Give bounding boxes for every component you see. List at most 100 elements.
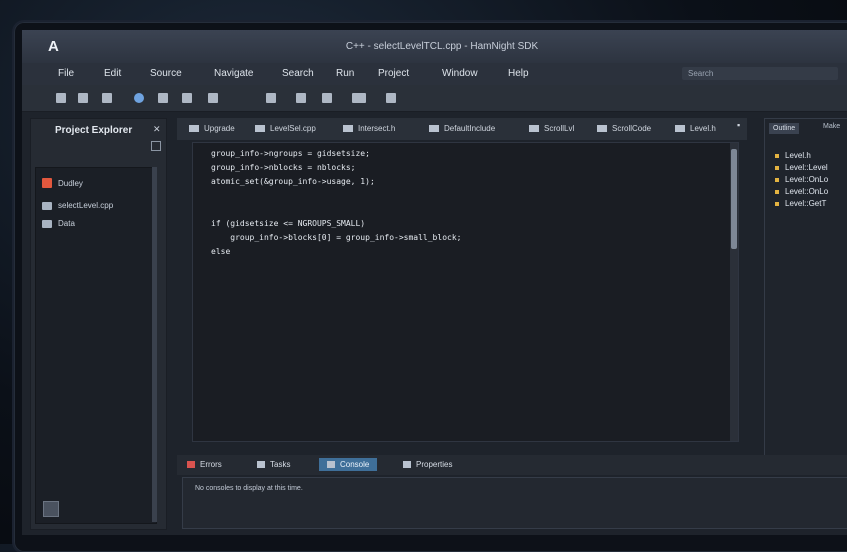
menu-run[interactable]: Run: [336, 68, 354, 79]
editor-tabs: Upgrade LevelSel.cpp Intersect.h Default…: [177, 118, 747, 140]
clipboard-icon[interactable]: [386, 93, 396, 103]
code-line: atomic_set(&group_info->usage, 1);: [211, 177, 375, 186]
menu-file[interactable]: File: [58, 68, 74, 79]
hierarchy-icon[interactable]: [208, 93, 218, 103]
file-icon: [675, 125, 685, 132]
error-icon: [187, 461, 195, 468]
file-icon: [529, 125, 539, 132]
code-editor[interactable]: group_info->ngroups = gidsetsize; group_…: [192, 142, 739, 442]
code-line: group_info->nblocks = nblocks;: [211, 163, 356, 172]
file-icon: [255, 125, 265, 132]
scrollbar-thumb[interactable]: [731, 149, 737, 249]
tree-item-label: selectLevel.cpp: [58, 201, 114, 210]
folder-icon: [42, 219, 52, 228]
tab-label: Errors: [200, 460, 222, 469]
print-icon[interactable]: [102, 93, 112, 103]
outline-item-label: Level::OnLo: [785, 187, 829, 196]
tab-label: ScrollCode: [612, 124, 652, 133]
save-icon[interactable]: [78, 93, 88, 103]
tab-make[interactable]: Make: [823, 123, 840, 130]
tab-errors[interactable]: Errors: [187, 460, 222, 469]
file-icon: [189, 125, 199, 132]
project-icon: [42, 178, 52, 188]
new-file-icon[interactable]: [56, 93, 66, 103]
run-icon[interactable]: [158, 93, 168, 103]
outline-item-label: Level.h: [785, 151, 811, 160]
menu-edit[interactable]: Edit: [104, 68, 121, 79]
editor-scrollbar[interactable]: [730, 143, 738, 441]
menu-navigate[interactable]: Navigate: [214, 68, 253, 79]
settings-icon[interactable]: [43, 501, 59, 517]
tree-scrollbar[interactable]: [152, 167, 157, 522]
console-icon: [327, 461, 335, 468]
outline-item[interactable]: Level::OnLo: [775, 175, 828, 184]
build-icon[interactable]: [182, 93, 192, 103]
tab-levelsel[interactable]: LevelSel.cpp: [255, 124, 316, 133]
tab-scrolllvl[interactable]: ScrollLvl: [529, 124, 574, 133]
outline-panel: Outline Make Level.h Level::Level Level:…: [764, 118, 847, 456]
tab-label: Properties: [416, 460, 453, 469]
tab-level-h[interactable]: Level.h: [675, 124, 716, 133]
tab-label: Level.h: [690, 124, 716, 133]
tab-label: ScrollLvl: [544, 124, 575, 133]
file-icon: [429, 125, 439, 132]
toolbar: [22, 85, 847, 112]
tasks-icon: [257, 461, 265, 468]
file-icon: [597, 125, 607, 132]
tab-label: LevelSel.cpp: [270, 124, 316, 133]
close-icon[interactable]: ✕: [153, 124, 161, 135]
user-icon[interactable]: [266, 93, 276, 103]
code-line: if (gidsetsize <= NGROUPS_SMALL): [211, 219, 366, 228]
copy-icon[interactable]: [296, 93, 306, 103]
window-title: C++ - selectLevelTCL.cpp - HamNight SDK: [345, 41, 539, 52]
project-tree: Dudley selectLevel.cpp Data: [35, 167, 157, 524]
properties-icon: [403, 461, 411, 468]
tab-scrollcode[interactable]: ScrollCode: [597, 124, 651, 133]
member-icon: [775, 165, 779, 170]
project-explorer-panel: Project Explorer ✕ Dudley selectLevel.cp…: [30, 118, 167, 530]
menu-window[interactable]: Window: [442, 68, 478, 79]
outline-item[interactable]: Level::OnLo: [775, 187, 828, 196]
tab-properties[interactable]: Properties: [403, 460, 452, 469]
outline-item[interactable]: Level::Level: [775, 163, 828, 172]
outline-item[interactable]: Level::GetT: [775, 199, 826, 208]
code-line: else: [211, 247, 231, 256]
tab-console[interactable]: Console: [319, 458, 378, 471]
tab-outline[interactable]: Outline: [769, 123, 800, 134]
outline-item-label: Level::OnLo: [785, 175, 829, 184]
tab-overflow-icon[interactable]: ▪: [737, 120, 740, 130]
tab-upgrade[interactable]: Upgrade: [189, 124, 235, 133]
menu-project[interactable]: Project: [378, 68, 409, 79]
monitor-icon[interactable]: [352, 93, 366, 103]
member-icon: [775, 153, 779, 158]
tab-label: Tasks: [270, 460, 291, 469]
tab-label: DefaultInclude: [444, 124, 496, 133]
tree-item-data[interactable]: Data: [42, 219, 75, 228]
member-icon: [775, 177, 779, 182]
outline-item[interactable]: Level.h: [775, 151, 811, 160]
tab-tasks[interactable]: Tasks: [257, 460, 290, 469]
outline-item-label: Level::Level: [785, 163, 828, 172]
menu-source[interactable]: Source: [150, 68, 182, 79]
member-icon: [775, 189, 779, 194]
tab-label: Console: [340, 460, 370, 469]
tree-item-project[interactable]: Dudley: [42, 178, 83, 188]
title-bar: A C++ - selectLevelTCL.cpp - HamNight SD…: [22, 30, 847, 63]
file-icon: [343, 125, 353, 132]
minimize-icon[interactable]: [151, 141, 161, 151]
tab-label: Upgrade: [204, 124, 235, 133]
menu-help[interactable]: Help: [508, 68, 529, 79]
panel-title: Project Explorer: [55, 125, 133, 136]
debug-icon[interactable]: [134, 93, 144, 103]
bottom-panel-tabs: Errors Tasks Console Properties: [177, 455, 847, 475]
tab-intersect[interactable]: Intersect.h: [343, 124, 395, 133]
console-panel[interactable]: No consoles to display at this time.: [182, 477, 847, 529]
outline-item-label: Level::GetT: [785, 199, 827, 208]
search-input[interactable]: Search: [682, 67, 838, 80]
tab-defaultinclude[interactable]: DefaultInclude: [429, 124, 495, 133]
paste-icon[interactable]: [322, 93, 332, 103]
menu-search[interactable]: Search: [282, 68, 314, 79]
tab-label: Intersect.h: [358, 124, 396, 133]
tree-item-file[interactable]: selectLevel.cpp: [42, 201, 113, 210]
ide-window: A C++ - selectLevelTCL.cpp - HamNight SD…: [22, 30, 847, 535]
